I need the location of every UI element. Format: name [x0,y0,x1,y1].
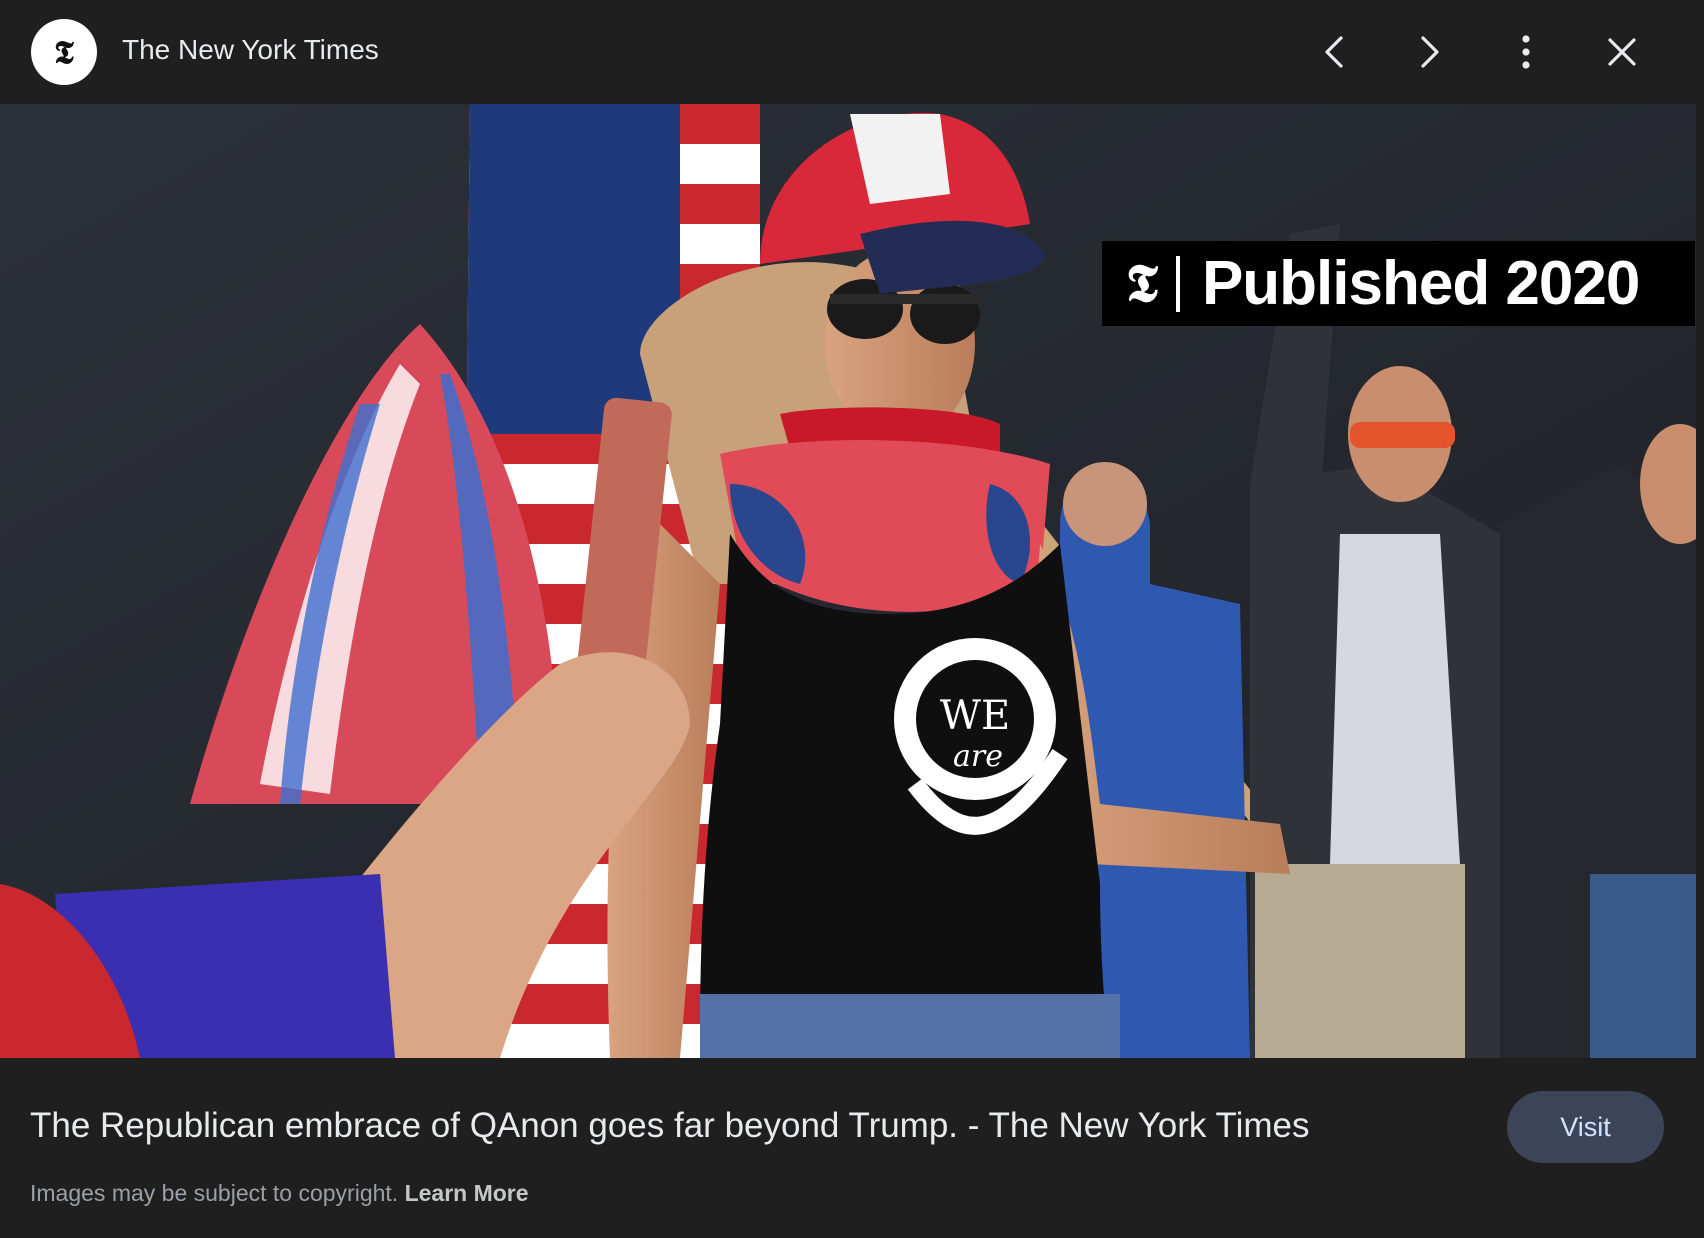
source-name[interactable]: The New York Times [122,34,379,66]
copyright-text: Images may be subject to copyright. [30,1180,399,1206]
visit-button[interactable]: Visit [1507,1091,1664,1163]
published-year-text: Published 2020 [1201,249,1640,318]
close-icon [1608,38,1636,66]
viewer-header: 𝕿 The New York Times [0,0,1704,104]
next-button[interactable] [1404,26,1456,78]
nyt-logo-glyph: 𝕿 [54,33,74,71]
badge-divider [1175,255,1180,312]
nyt-badge-logo-icon: 𝕿 [1126,252,1158,314]
more-options-button[interactable] [1500,26,1552,78]
viewer-footer: The Republican embrace of QAnon goes far… [0,1058,1704,1238]
shirt-text-are: are [953,739,1003,774]
previous-button[interactable] [1308,26,1360,78]
article-title[interactable]: The Republican embrace of QAnon goes far… [30,1106,1309,1146]
shirt-text-we: WE [940,693,1010,739]
close-button[interactable] [1596,26,1648,78]
more-vert-icon [1522,35,1530,69]
nyt-logo-icon[interactable]: 𝕿 [31,19,97,85]
learn-more-link[interactable]: Learn More [405,1180,529,1206]
preview-image[interactable]: WE are 𝕿 Published 2020 [0,104,1696,1058]
chevron-left-icon [1325,36,1343,68]
chevron-right-icon [1421,36,1439,68]
copyright-notice: Images may be subject to copyright. Lear… [30,1180,529,1207]
published-badge: 𝕿 Published 2020 [1102,241,1695,326]
